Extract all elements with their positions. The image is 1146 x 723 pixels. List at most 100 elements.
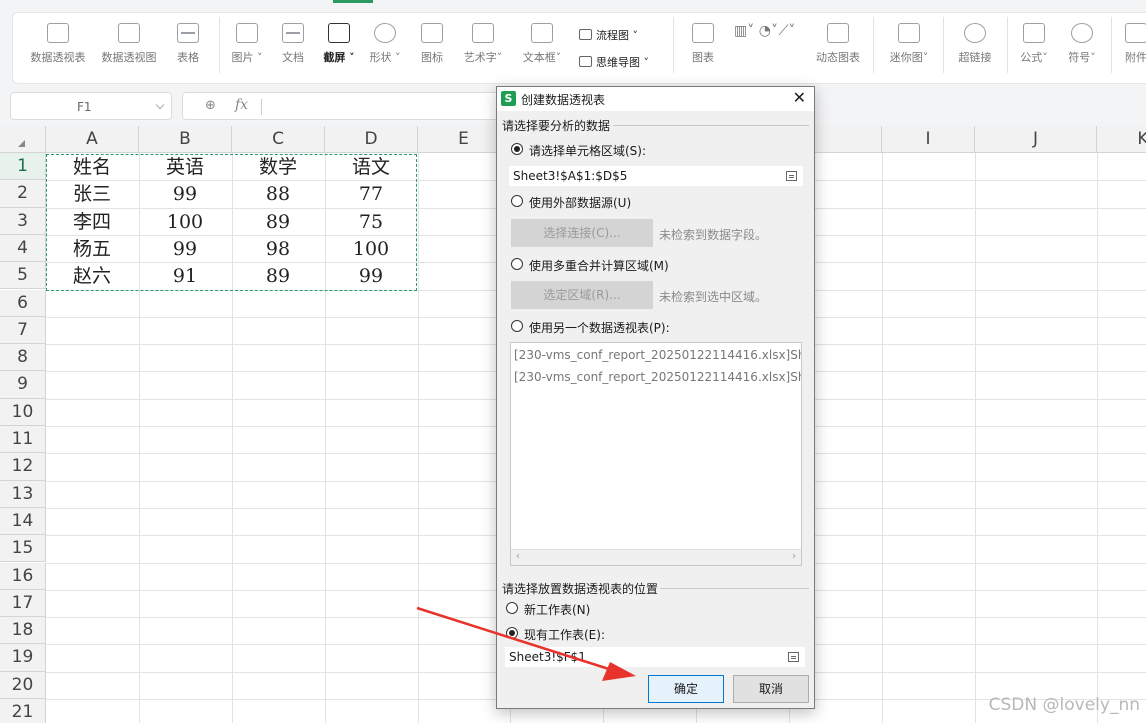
screenshot-icon <box>328 23 350 43</box>
dynamic-chart-button[interactable]: 动态图表 <box>811 23 865 65</box>
location-input[interactable]: Sheet3!$F$1 <box>505 647 805 667</box>
radio-new-sheet-label[interactable]: 新工作表(N) <box>524 601 590 618</box>
mindmap-icon <box>579 56 592 67</box>
flowchart-button[interactable]: 流程图 ˅ <box>579 27 638 43</box>
pivot-chart-button[interactable]: 数据透视图 <box>98 23 160 65</box>
chevron-left-icon[interactable]: ‹ <box>516 551 520 562</box>
pivot-table-button[interactable]: 数据透视表 <box>27 23 89 65</box>
select-region-button[interactable]: 选定区域(R)... <box>511 281 653 309</box>
row-header[interactable]: 4 <box>0 234 46 263</box>
radio-existing-sheet-label[interactable]: 现有工作表(E): <box>524 626 605 643</box>
row-header[interactable]: 10 <box>0 398 46 426</box>
row-header[interactable]: 9 <box>0 371 46 399</box>
column-header[interactable]: D <box>325 126 418 153</box>
row-header[interactable]: 3 <box>0 207 46 235</box>
row-header[interactable]: 1 <box>0 153 46 181</box>
screenshot-label: 截屏 <box>323 51 346 64</box>
screenshot-button[interactable]: 截屏 ˅ <box>321 23 357 65</box>
radio-new-sheet[interactable] <box>506 602 518 614</box>
row-header[interactable]: 2 <box>0 180 46 208</box>
section-data-heading: 请选择要分析的数据 <box>502 119 611 133</box>
radio-external-source-label[interactable]: 使用外部数据源(U) <box>529 194 631 211</box>
select-all-corner[interactable] <box>0 126 46 153</box>
ok-button[interactable]: 确定 <box>648 675 724 703</box>
ribbon-divider <box>673 17 674 73</box>
radio-other-pivot-label[interactable]: 使用另一个数据透视表(P): <box>529 319 670 336</box>
pivot-chart-label: 数据透视图 <box>101 51 157 64</box>
row-header[interactable]: 21 <box>0 699 46 723</box>
shape-label: 形状 <box>369 51 392 64</box>
fx-icon[interactable]: fx <box>235 97 248 113</box>
close-icon[interactable]: ✕ <box>793 88 806 107</box>
name-box[interactable]: F1 <box>10 92 172 120</box>
column-header[interactable]: B <box>139 126 232 153</box>
dialog-title: 创建数据透视表 <box>521 93 606 107</box>
textbox-button[interactable]: 文本框˅ <box>518 23 566 65</box>
mindmap-button[interactable]: 思维导图 ˅ <box>579 54 649 70</box>
radio-select-range[interactable] <box>511 143 523 155</box>
row-header[interactable]: 12 <box>0 453 46 481</box>
wordart-label: 艺术字 <box>463 51 497 64</box>
range-input[interactable]: Sheet3!$A$1:$D$5 <box>509 166 803 186</box>
row-header[interactable]: 7 <box>0 316 46 345</box>
row-header[interactable]: 19 <box>0 644 46 672</box>
sparkline-button[interactable]: 迷你图˅ <box>885 23 933 65</box>
radio-other-pivot[interactable] <box>511 320 523 332</box>
wordart-button[interactable]: 艺术字˅ <box>459 23 507 65</box>
column-header[interactable]: I <box>882 126 975 153</box>
row-header[interactable]: 20 <box>0 671 46 699</box>
choose-connection-button[interactable]: 选择连接(C)... <box>511 219 653 247</box>
list-item[interactable]: [230-vms_conf_report_20250122114416.xlsx… <box>514 348 801 362</box>
column-header[interactable]: K <box>1097 126 1146 153</box>
formula-input[interactable]: ⊕ fx <box>182 92 502 120</box>
row-header[interactable]: 15 <box>0 535 46 563</box>
row-header[interactable]: 5 <box>0 262 46 290</box>
picture-button[interactable]: 图片 ˅ <box>229 23 265 65</box>
chart-button[interactable]: 图表 <box>685 23 721 65</box>
line-chart-buttons[interactable]: ⟋˅ <box>769 23 805 39</box>
horizontal-scrollbar[interactable]: ‹ › <box>511 549 801 565</box>
line-chart-icon: ⟋˅ <box>778 23 796 39</box>
document-icon <box>282 23 304 43</box>
radio-select-range-label[interactable]: 请选择单元格区域(S): <box>529 142 646 159</box>
chart-icon <box>692 23 714 43</box>
create-pivot-table-dialog: S 创建数据透视表 ✕ 请选择要分析的数据 请选择单元格区域(S): Sheet… <box>496 86 815 709</box>
icons-button[interactable]: 图标 <box>418 23 446 65</box>
wordart-icon <box>472 23 494 43</box>
dialog-titlebar[interactable]: S 创建数据透视表 ✕ <box>497 87 814 111</box>
column-header[interactable]: A <box>46 126 139 153</box>
row-header[interactable]: 8 <box>0 344 46 372</box>
symbol-button[interactable]: 符号˅ <box>1063 23 1101 65</box>
shape-button[interactable]: 形状 ˅ <box>367 23 403 65</box>
row-header[interactable]: 11 <box>0 426 46 454</box>
formula-button[interactable]: 公式˅ <box>1015 23 1053 65</box>
divider <box>613 125 809 126</box>
list-item[interactable]: [230-vms_conf_report_20250122114416.xlsx… <box>514 370 801 384</box>
row-header[interactable]: 16 <box>0 562 46 590</box>
row-header[interactable]: 6 <box>0 289 46 317</box>
table-button[interactable]: 表格 <box>171 23 205 65</box>
column-header[interactable]: J <box>975 126 1097 153</box>
attachment-button[interactable]: 附件 <box>1121 23 1146 65</box>
location-picker-icon[interactable] <box>788 652 799 662</box>
cancel-button[interactable]: 取消 <box>733 675 809 703</box>
radio-existing-sheet[interactable] <box>506 627 518 639</box>
chevron-down-icon[interactable] <box>155 100 165 110</box>
ribbon-divider <box>1007 17 1008 73</box>
divider <box>660 588 809 589</box>
radio-multiple-consolidation-label[interactable]: 使用多重合并计算区域(M) <box>529 257 669 274</box>
document-button[interactable]: 文档 <box>279 23 307 65</box>
row-header[interactable]: 18 <box>0 617 46 645</box>
zoom-icon[interactable]: ⊕ <box>205 98 216 113</box>
range-picker-icon[interactable] <box>786 171 797 181</box>
radio-multiple-consolidation[interactable] <box>511 258 523 270</box>
hyperlink-button[interactable]: 超链接 <box>955 23 995 65</box>
chevron-right-icon[interactable]: › <box>792 551 796 562</box>
radio-external-source[interactable] <box>511 195 523 207</box>
pivot-table-list[interactable]: [230-vms_conf_report_20250122114416.xlsx… <box>510 342 802 566</box>
row-header[interactable]: 17 <box>0 589 46 618</box>
row-header[interactable]: 14 <box>0 507 46 536</box>
row-header[interactable]: 13 <box>0 480 46 508</box>
column-header[interactable]: C <box>232 126 325 153</box>
pivot-table-icon <box>47 23 69 43</box>
